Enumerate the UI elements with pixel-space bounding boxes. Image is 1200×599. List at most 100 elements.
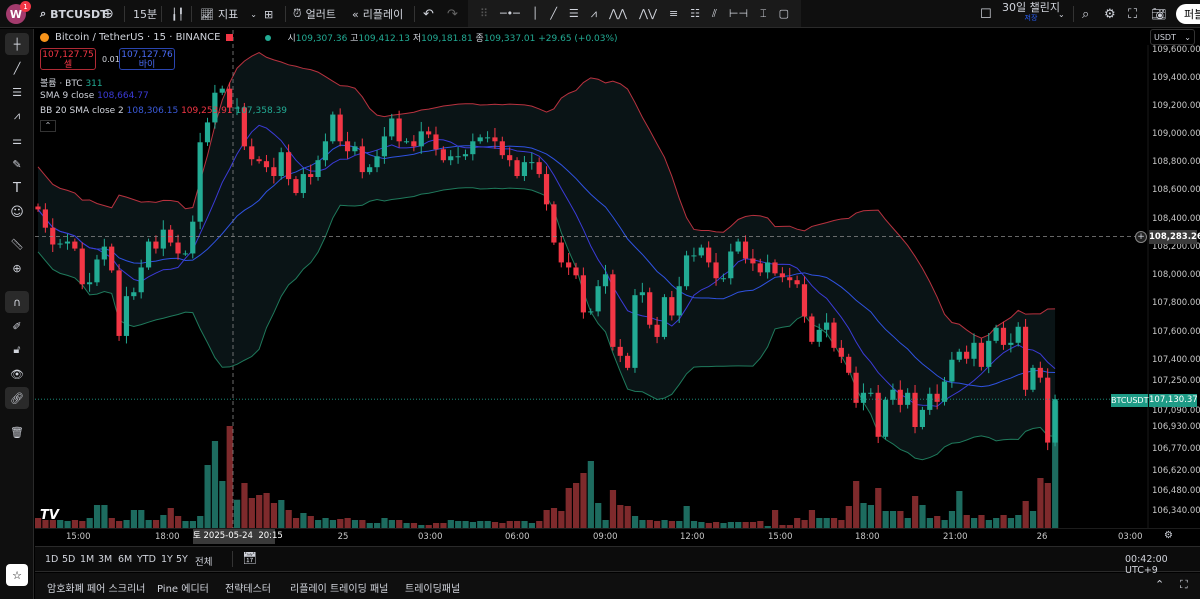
replay-button[interactable]: «리플레이 [352,4,403,24]
bb-legend[interactable]: BB 20 SMA close 2 108,306.15 109,253.91 … [40,106,287,116]
bottom-tab[interactable]: 리플레이 트레이딩 패널 [290,580,388,595]
volume-bar [204,465,211,528]
bottom-tab[interactable]: 암호화폐 페어 스크리너 [47,580,145,595]
candle-body [720,278,727,280]
candle-body [632,295,638,368]
flag-icon[interactable] [226,34,234,41]
range-button-1M[interactable]: 1M [80,554,94,565]
range-button-5Y[interactable]: 5Y [176,554,188,565]
brush-tool[interactable]: ✎ [5,153,29,175]
settings-button[interactable]: ⚙ [1104,4,1116,24]
sync-drawings-tool[interactable]: 🔗︎ [5,387,29,409]
volume-bar [79,521,86,528]
rectangle-icon[interactable]: ▢ [779,7,789,20]
layout-name-button[interactable]: 30일 챌린지 저장 [1002,2,1060,22]
candle-body [1052,399,1058,443]
layout-grid-button[interactable]: ⊞ [264,4,273,24]
user-avatar[interactable]: W 1 [6,1,31,24]
candle-body [514,160,520,177]
sell-button[interactable]: 107,127.75 셀 [40,48,96,70]
alert-button[interactable]: ⏰︎ 얼러트 [293,4,336,24]
range-button-5D[interactable]: 5D [62,554,75,565]
screenshot-button[interactable]: 📷︎ [1151,4,1166,24]
range-button-전체[interactable]: 전체 [195,554,212,568]
crosshair-tool[interactable]: ┼ [5,33,29,55]
candle-body [595,286,601,312]
range-button-6M[interactable]: 6M [118,554,132,565]
price-range-icon[interactable]: ⌶ [760,7,767,21]
stay-in-drawing-mode-tool[interactable]: ✐ [5,315,29,337]
bottom-tab[interactable]: 트레이딩패널 [405,580,460,595]
candle-body [823,322,830,330]
chart-type-button[interactable]: ╽╿ [171,4,184,24]
price-tick-label: 109,200.00 [1152,101,1200,111]
range-button-3M[interactable]: 3M [98,554,112,565]
go-to-date-button[interactable]: 📅︎ [242,551,257,565]
price-chart[interactable] [0,0,1200,599]
crosshair-time-label: 토 2025-05-24 20:15 [193,529,283,544]
currency-select[interactable]: USDT ⌄ [1150,29,1195,45]
compare-symbol-button[interactable]: ⊕ [102,4,114,24]
drag-handle-icon[interactable]: ⠿ [480,7,488,20]
date-range-icon[interactable]: ⊢⊣ [729,7,748,20]
favorites-button[interactable]: ☆ [6,564,28,586]
candle-body [94,259,100,283]
magnet-tool[interactable]: ∩ [5,291,29,313]
interval-button[interactable]: 15분 [133,4,157,24]
elliott-wave-icon[interactable]: ⋀⋀ [609,7,627,20]
volume-bar [278,500,285,528]
sma-legend[interactable]: SMA 9 close 108,664.77 [40,91,149,101]
bottom-tab[interactable]: 전략테스터 [225,580,271,595]
tradingview-logo[interactable]: TV [40,508,59,523]
range-button-1Y[interactable]: 1Y [161,554,173,565]
collapse-panel-button[interactable]: ⌃ [1155,578,1164,591]
maximize-panel-button[interactable]: ⛶ [1180,578,1188,592]
measure-tool[interactable]: 📏︎ [5,233,29,255]
abcd-pattern-icon[interactable]: ⋀⋁ [639,7,657,20]
redo-button[interactable]: ↷ [447,4,458,24]
volume-bar [160,515,167,528]
quick-search-button[interactable]: ⌕ [1082,4,1089,24]
axis-settings-button[interactable]: ⚙ [1164,530,1173,541]
layout-checkbox[interactable]: ☐ [980,4,992,24]
range-button-1D[interactable]: 1D [45,554,58,565]
volume-bar [875,488,882,528]
collapse-legend-button[interactable]: ⌃ [40,120,56,132]
candle-body [204,122,211,143]
add-alert-plus-button[interactable]: + [1135,231,1147,243]
layout-menu-chevron[interactable]: ⌄ [1058,4,1065,24]
range-button-YTD[interactable]: YTD [137,554,156,565]
undo-button[interactable]: ↶ [423,4,434,24]
volume-bar [1000,515,1007,528]
fib-tool[interactable]: ☰ [5,81,29,103]
xabcd-pattern-icon[interactable]: ⩘ [591,7,597,21]
buy-button[interactable]: 107,127.76 바이 [119,48,175,70]
hide-drawings-tool[interactable]: 👁︎ [5,363,29,385]
volume-bar [359,520,366,528]
publish-button[interactable]: 퍼블 [1176,4,1200,24]
trend-line-icon[interactable]: ╱ [550,7,557,20]
projection-tool[interactable]: ⚌ [5,129,29,151]
candle-body [249,146,255,160]
bottom-tab[interactable]: Pine 에디터 [157,580,209,595]
calendar-icon: 📅︎ [242,551,258,565]
symbol-search-button[interactable]: ⌕ BTCUSDT [40,4,108,24]
text-tool[interactable]: T [5,177,29,199]
pattern-tool[interactable]: ⩘ [5,105,29,127]
chart-legend: Bitcoin / TetherUS · 15 · BINANCE 시109,3… [40,31,618,132]
parallel-channel-icon[interactable]: ☰ [569,7,579,20]
candle-body [949,359,955,382]
zoom-tool[interactable]: ⊕ [5,257,29,279]
remove-drawings-tool[interactable]: 🗑︎ [5,421,29,443]
vertical-line-icon[interactable]: │ [532,7,539,20]
volume-legend[interactable]: 볼륨 · BTC 311 [40,76,103,89]
fib-channel-icon[interactable]: ☷ [690,7,700,20]
icon-tool[interactable]: ☺ [5,201,29,223]
horizontal-line-icon[interactable]: ─•─ [500,7,520,20]
trend-line-tool[interactable]: ╱ [5,57,29,79]
fullscreen-button[interactable]: ⛶ [1128,4,1137,24]
lock-drawings-tool[interactable]: 🔓︎ [5,339,29,361]
ray-icon[interactable]: ⫽ [712,7,717,21]
fib-retracement-icon[interactable]: ≡ [669,7,678,20]
indicators-button[interactable]: 📈︎ 지표 ⌄ [200,4,257,24]
